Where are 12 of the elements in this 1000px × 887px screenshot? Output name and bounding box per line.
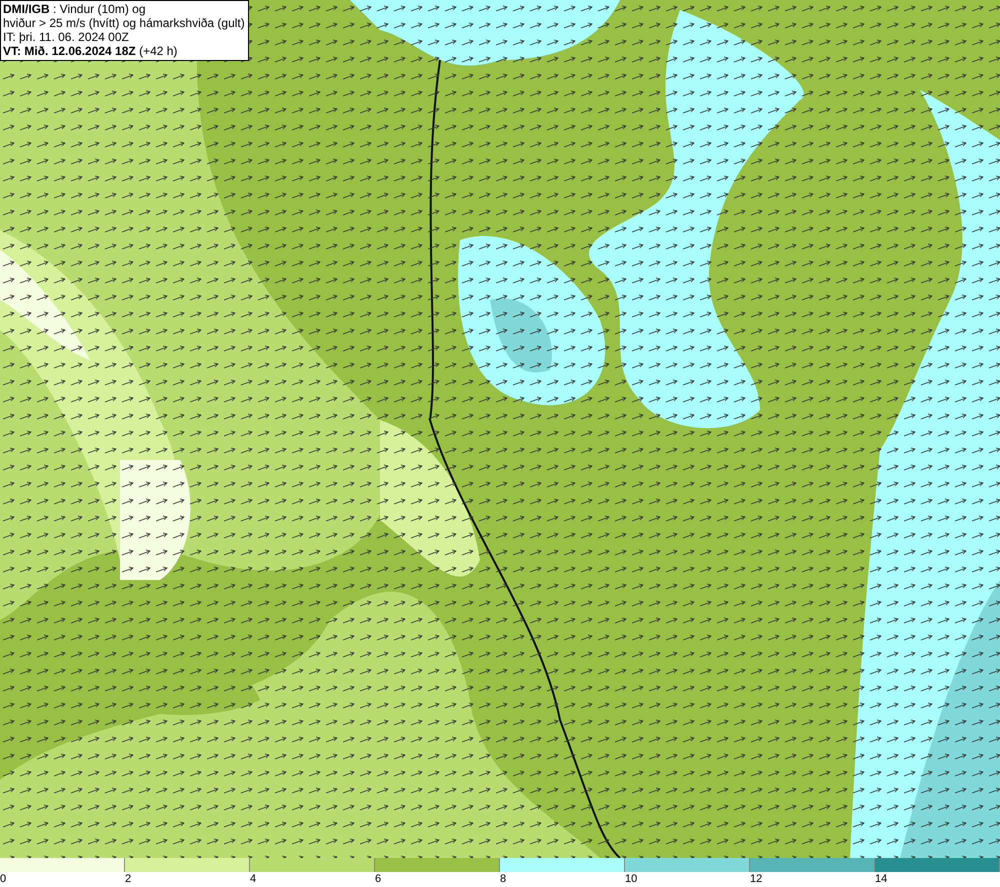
map-info-text: hviður > 25 m/s (hvítt) og hámarkshviða (gult) xyxy=(3,16,245,30)
legend-tick-label: 6 xyxy=(375,873,382,886)
legend-tick-label: 14 xyxy=(875,873,888,886)
legend-tick-label: 2 xyxy=(125,873,132,886)
map-info-text: DMI/IGB : Vindur (10m) og xyxy=(3,2,146,16)
map-info-text: VT: Mið. 12.06.2024 18Z (+42 h) xyxy=(3,44,178,58)
legend-tick-label: 10 xyxy=(625,873,638,886)
legend-tick-label: 4 xyxy=(250,873,256,886)
map-info-text: IT: þri. 11. 06. 2024 00Z xyxy=(3,30,130,44)
legend-tick-label: 0 xyxy=(0,873,6,886)
legend-tick-label: 8 xyxy=(500,873,506,886)
legend-tick-label: 12 xyxy=(750,873,762,886)
